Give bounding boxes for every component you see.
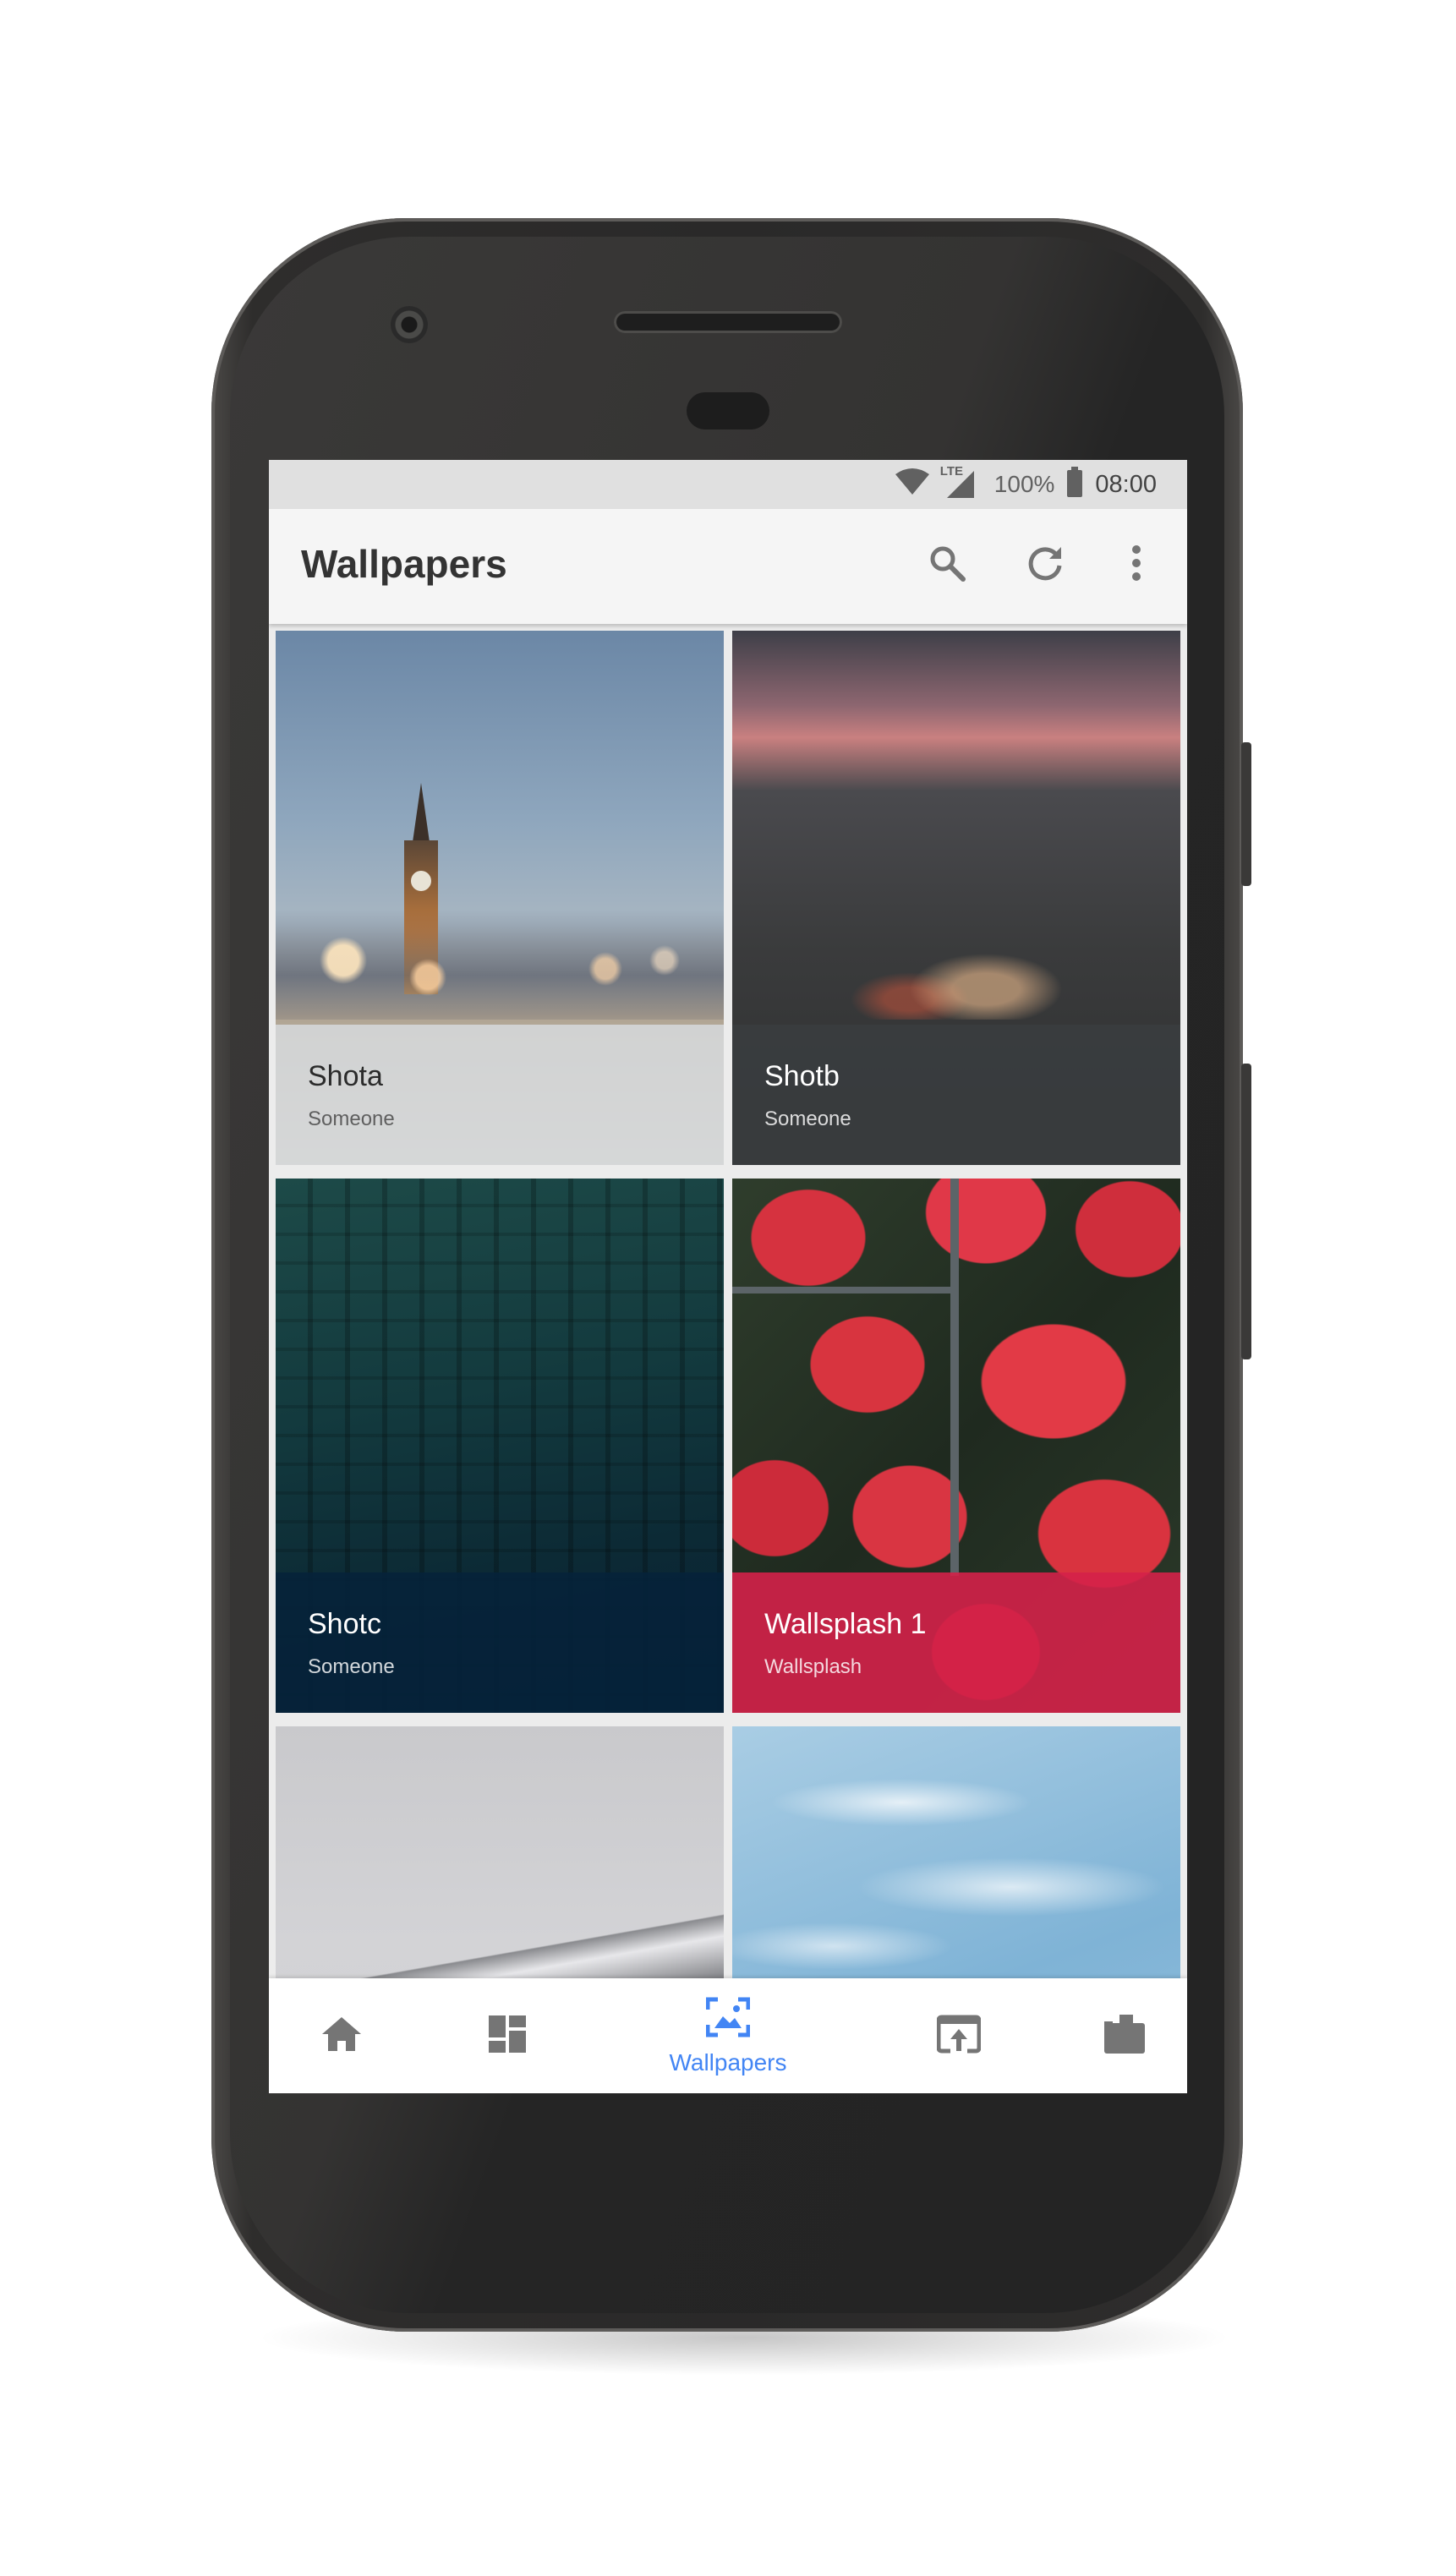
battery-icon (1066, 466, 1083, 503)
home-icon (320, 2015, 363, 2057)
wallpaper-icon (705, 1996, 751, 2043)
tile-caption: Wallsplash 1 Wallsplash (732, 1572, 1180, 1713)
wallpaper-tile[interactable]: Wallsplash 1 Wallsplash (732, 1179, 1180, 1713)
cell-signal-icon: LTE (940, 464, 976, 500)
network-type-label: LTE (939, 464, 964, 479)
nav-wallpapers-label: Wallpapers (669, 2048, 787, 2076)
crate-divider (950, 1179, 959, 1576)
wallpaper-name: Shota (308, 1060, 383, 1092)
wallpaper-tile[interactable]: Shotc Someone (276, 1179, 724, 1713)
wallpaper-author: Wallsplash (764, 1655, 862, 1678)
nav-extras[interactable] (1091, 1978, 1158, 2093)
nav-home[interactable] (308, 1978, 375, 2093)
snowy-ridge (276, 1912, 724, 1980)
crate-divider (732, 1287, 952, 1293)
bottom-navigation: Wallpapers (269, 1978, 1187, 2093)
proximity-sensor (687, 392, 769, 429)
more-vert-icon (1131, 544, 1141, 586)
tile-caption: Shotc Someone (276, 1572, 724, 1713)
status-bar: LTE 100% 08:00 (269, 460, 1187, 509)
wallpaper-author: Someone (308, 1655, 395, 1678)
city-lights (834, 918, 1087, 1020)
wifi-icon (895, 468, 930, 502)
battery-percent: 100% (993, 471, 1055, 497)
bokeh-lights (276, 910, 724, 1020)
refresh-icon (1026, 544, 1065, 587)
wallpaper-name: Shotb (764, 1060, 840, 1092)
wallpaper-name: Wallsplash 1 (764, 1608, 927, 1640)
overflow-menu-button[interactable] (1109, 538, 1163, 592)
clock: 08:00 (1095, 470, 1157, 498)
dashboard-icon (487, 2014, 528, 2059)
wallpaper-author: Someone (764, 1108, 851, 1130)
search-icon (928, 544, 966, 587)
apply-icon (936, 2014, 982, 2059)
wallpaper-tile[interactable]: Shotb Someone (732, 631, 1180, 1165)
earpiece-speaker (614, 311, 842, 333)
nav-wallpapers[interactable]: Wallpapers (643, 1978, 813, 2093)
refresh-button[interactable] (1018, 538, 1072, 592)
tile-caption: Shota Someone (276, 1025, 724, 1165)
wallpaper-author: Someone (308, 1108, 395, 1130)
volume-button (1241, 1064, 1251, 1359)
nav-apply[interactable] (925, 1978, 993, 2093)
wallpaper-tile[interactable]: Shota Someone (276, 631, 724, 1165)
nav-dashboard[interactable] (473, 1978, 541, 2093)
wallpaper-name: Shotc (308, 1608, 381, 1640)
search-button[interactable] (920, 538, 974, 592)
front-camera (391, 306, 428, 343)
app-bar: Wallpapers (269, 509, 1187, 624)
page-title: Wallpapers (301, 542, 507, 586)
phone-screen: LTE 100% 08:00 Wallpapers Shota Someone … (269, 460, 1187, 2093)
briefcase-icon (1103, 2013, 1147, 2059)
tile-caption: Shotb Someone (732, 1025, 1180, 1165)
power-button (1241, 742, 1251, 886)
